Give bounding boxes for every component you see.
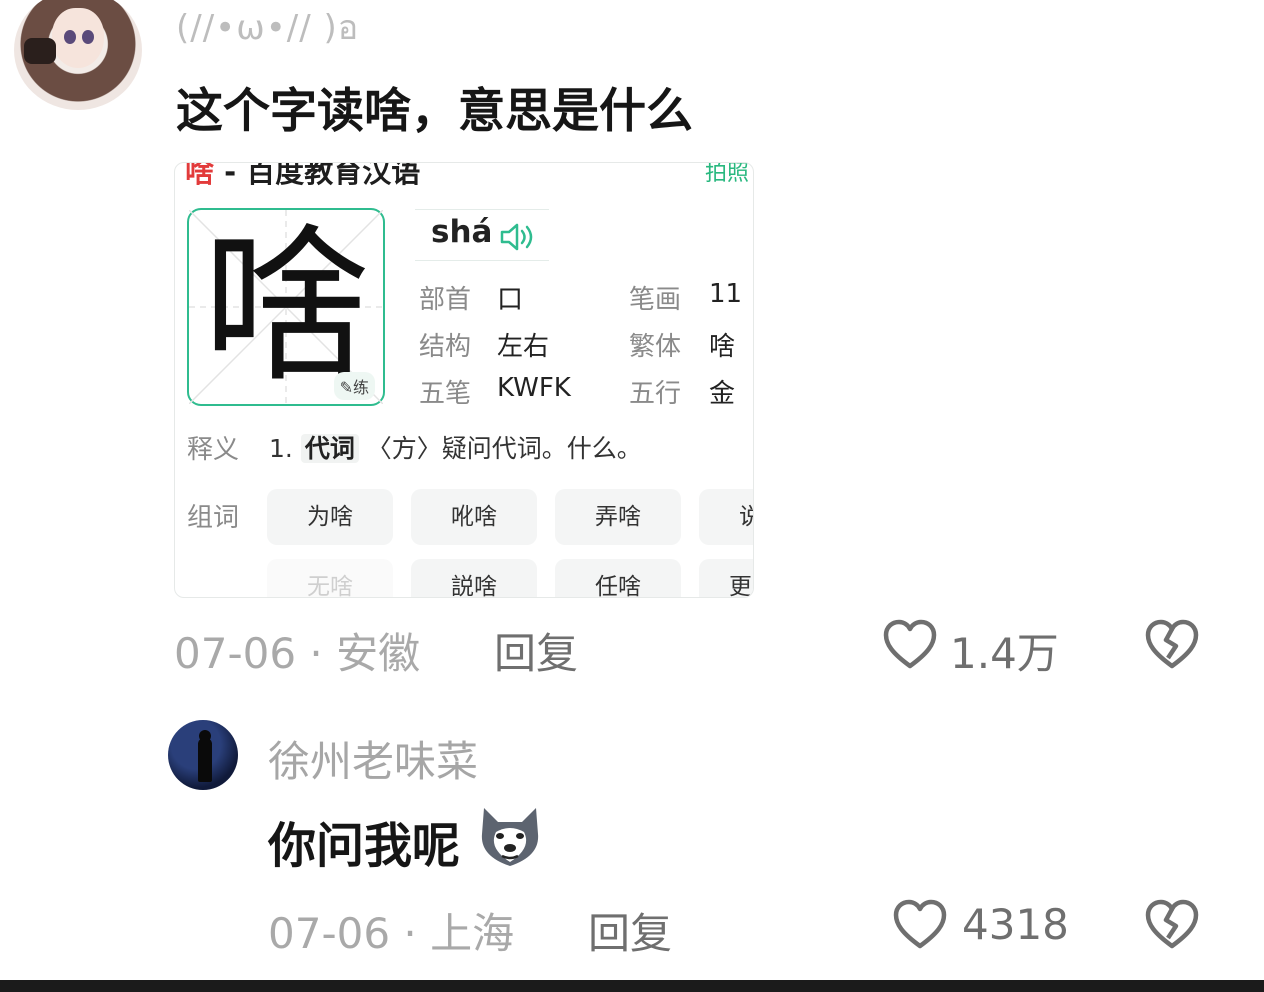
avatar[interactable]	[168, 720, 238, 790]
word-chip[interactable]: 无啥	[267, 559, 393, 597]
camera-search-label: 拍照	[704, 162, 749, 186]
definition: 1. 代词 〈方〉疑问代词。什么。	[269, 434, 642, 463]
avatar-eye	[82, 30, 94, 44]
comment-meta: 07-06 · 上海	[268, 909, 515, 958]
character-box: 啥 ✎练	[187, 208, 385, 406]
comment-location: 安徽	[336, 629, 421, 678]
practice-button[interactable]: ✎练	[333, 372, 375, 400]
like-icon[interactable]	[892, 898, 948, 952]
definition-label: 释义	[187, 435, 240, 465]
comment-text: 你问我呢	[268, 818, 461, 874]
comment-author[interactable]: (//•ω•// )อ	[176, 0, 359, 54]
prop-value: KWFK	[497, 373, 571, 403]
like-count: 1.4万	[950, 629, 1059, 678]
prop-value: 啥	[709, 332, 736, 362]
comment-date: 07-06	[174, 629, 297, 678]
prop-label: 笔画	[629, 285, 682, 315]
prop-value: 金	[709, 379, 736, 409]
dislike-icon[interactable]	[1144, 618, 1200, 672]
avatar[interactable]	[14, 0, 142, 110]
like-icon[interactable]	[882, 618, 938, 672]
reply-button[interactable]: 回复	[494, 620, 578, 681]
avatar-eye	[64, 30, 76, 44]
like-count: 4318	[962, 900, 1069, 949]
prop-value: 11	[709, 279, 743, 309]
comment-meta: 07-06 · 安徽	[174, 629, 421, 678]
pinyin-row: shá	[415, 209, 549, 261]
word-chip[interactable]: 更	[699, 559, 753, 597]
word-chip[interactable]: 为啥	[267, 489, 393, 545]
comment-author[interactable]: 徐州老味菜	[268, 728, 478, 789]
dictionary-screenshot[interactable]: 啥 - 百度教育汉语 拍照 啥 ✎练 shá 部首 口 笔画 11 结构 左右 …	[174, 162, 754, 598]
pencil-icon: ✎	[339, 378, 353, 397]
word-chip[interactable]: 说	[699, 489, 753, 545]
prop-value: 左右	[497, 332, 550, 362]
dictionary-header: 啥 - 百度教育汉语	[185, 162, 421, 189]
prop-label: 结构	[419, 332, 472, 362]
pinyin: shá	[431, 214, 493, 250]
prop-label: 五笔	[419, 379, 472, 409]
husky-emoji-icon	[481, 808, 539, 866]
words-label: 组词	[187, 503, 240, 533]
comment-date: 07-06	[268, 909, 391, 958]
word-chip[interactable]: 説啥	[411, 559, 537, 597]
prop-value: 口	[497, 285, 524, 315]
word-chip[interactable]: 吪啥	[411, 489, 537, 545]
avatar-figure	[198, 738, 212, 782]
word-chip[interactable]: 弄啥	[555, 489, 681, 545]
comment-text: 这个字读啥，意思是什么	[176, 84, 693, 139]
prop-label: 部首	[419, 285, 472, 315]
avatar-face	[52, 8, 104, 68]
avatar-cat	[24, 38, 56, 64]
dislike-icon[interactable]	[1144, 898, 1200, 952]
prop-label: 五行	[629, 379, 682, 409]
speaker-icon[interactable]	[499, 222, 539, 252]
word-chip[interactable]: 任啥	[555, 559, 681, 597]
comment-location: 上海	[430, 909, 515, 958]
prop-label: 繁体	[629, 332, 682, 362]
bottom-bar	[0, 980, 1264, 992]
part-of-speech: 代词	[300, 434, 359, 463]
reply-button[interactable]: 回复	[588, 900, 672, 961]
